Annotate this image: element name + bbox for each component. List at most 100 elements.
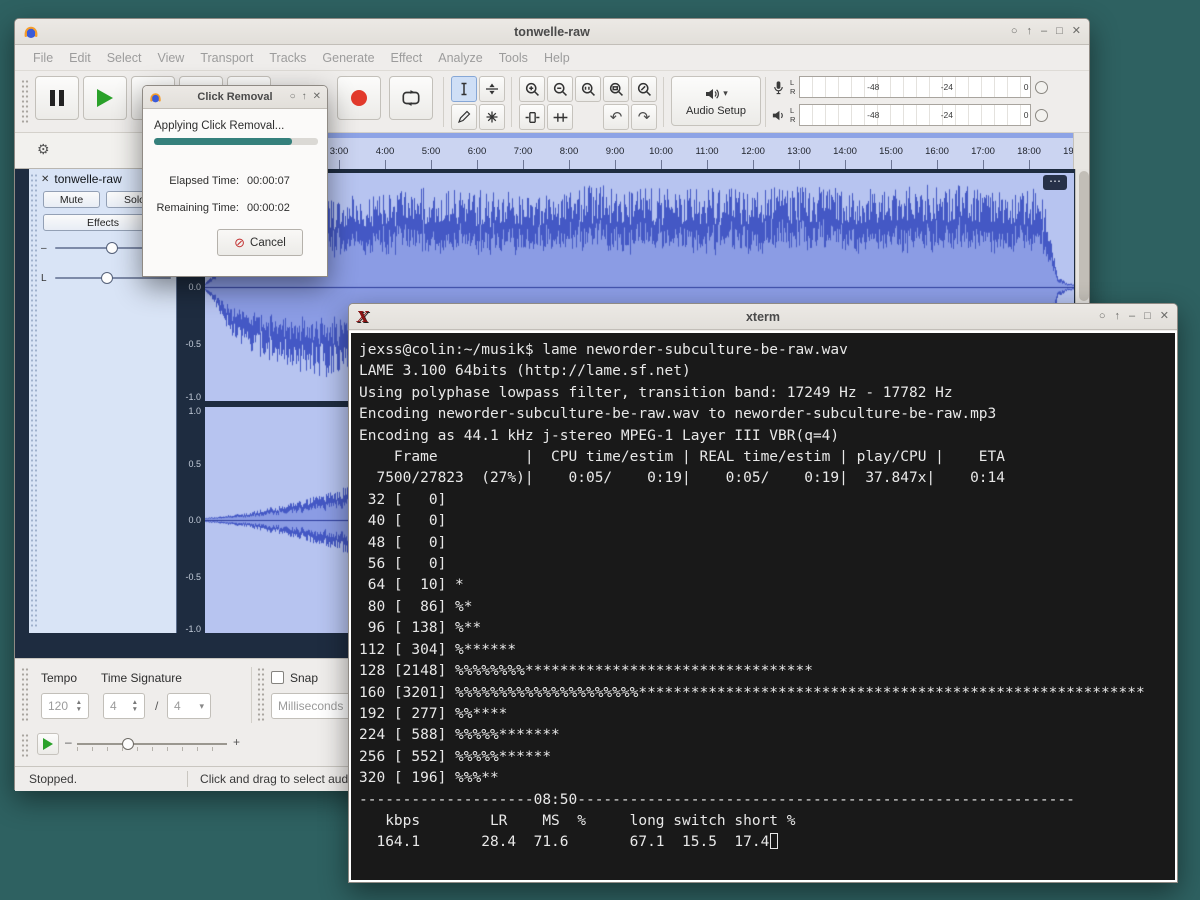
fit-selection-icon	[580, 81, 597, 98]
mute-button[interactable]: Mute	[43, 191, 100, 208]
timeline-ruler[interactable]: 0:001:002:003:004:005:006:007:008:009:00…	[201, 133, 1075, 169]
play-speed-knob[interactable]	[122, 738, 134, 750]
playback-volume-knob[interactable]	[1035, 109, 1048, 122]
xterm-window: X xterm ○ ↑ – □ ✕ jexss@colin:~/musik$ l…	[348, 303, 1178, 883]
menu-item[interactable]: Generate	[314, 51, 382, 65]
play-button[interactable]	[83, 76, 127, 120]
timeline-label: 6:00	[462, 146, 492, 157]
keep-above-button[interactable]: ○	[290, 92, 296, 102]
pause-button[interactable]	[35, 76, 79, 120]
loop-icon	[400, 87, 422, 109]
undo-button[interactable]: ↶	[603, 104, 629, 130]
time-signature-upper-input[interactable]: 4▲▼	[103, 693, 145, 719]
audio-setup-button[interactable]: ▾ Audio Setup	[671, 76, 761, 126]
close-button[interactable]: ✕	[1160, 311, 1169, 322]
timeline-label: 8:00	[554, 146, 584, 157]
track-name[interactable]: tonwelle-raw	[54, 172, 121, 186]
ruler-label: 0.5	[188, 459, 201, 469]
pan-left-label: L	[41, 273, 49, 284]
record-button[interactable]	[337, 76, 381, 120]
terminal-line: Using polyphase lowpass filter, transiti…	[359, 383, 1167, 404]
track-close-icon[interactable]: ✕	[41, 174, 49, 185]
tempo-input[interactable]: 120▲▼	[41, 693, 89, 719]
selection-tool-button[interactable]	[451, 76, 477, 102]
cancel-button[interactable]: ⊘ Cancel	[217, 229, 303, 256]
track-overflow-menu[interactable]: ⋯	[1043, 175, 1067, 190]
meter-l-label: L	[790, 78, 795, 87]
gain-knob[interactable]	[106, 242, 118, 254]
snap-checkbox[interactable]	[271, 671, 284, 684]
dialog-titlebar[interactable]: Click Removal ○ ↑ ✕	[143, 86, 327, 109]
zoom-out-button[interactable]	[547, 76, 573, 102]
elapsed-time-label: Elapsed Time:	[143, 175, 239, 187]
pan-knob[interactable]	[101, 272, 113, 284]
recording-meter[interactable]: LR -48 -24 0	[771, 76, 1071, 98]
shade-button[interactable]: ↑	[1027, 26, 1033, 37]
track-grip[interactable]	[30, 173, 37, 629]
spinner-icon[interactable]: ▲▼	[71, 699, 82, 713]
trim-audio-button[interactable]	[519, 104, 545, 130]
fit-project-button[interactable]	[603, 76, 629, 102]
desktop: tonwelle-raw ○ ↑ – □ ✕ FileEditSelectVie…	[0, 0, 1200, 900]
shade-button[interactable]: ↑	[302, 92, 307, 102]
spinner-icon[interactable]: ▲▼	[127, 699, 138, 713]
terminal-line: 80 [ 86] %*	[359, 597, 1167, 618]
play-speed-grip[interactable]	[21, 733, 29, 757]
play-icon	[97, 89, 113, 107]
redo-button[interactable]: ↷	[631, 104, 657, 130]
ruler-label: -1.0	[185, 624, 201, 634]
playback-meter[interactable]: LR -48 -24 0	[771, 104, 1071, 126]
menu-item[interactable]: View	[149, 51, 192, 65]
maximize-button[interactable]: □	[1056, 26, 1063, 37]
menu-item[interactable]: Edit	[61, 51, 99, 65]
play-at-speed-button[interactable]	[37, 733, 59, 755]
terminal-line: 7500/27823 (27%)| 0:05/ 0:19| 0:05/ 0:19…	[359, 468, 1167, 489]
time-signature-lower-dropdown[interactable]: 4▾	[167, 693, 211, 719]
timeline-options-gear-icon[interactable]: ⚙	[37, 141, 50, 158]
menu-item[interactable]: Tools	[491, 51, 536, 65]
menu-item[interactable]: Select	[99, 51, 150, 65]
close-button[interactable]: ✕	[1072, 26, 1081, 37]
menu-item[interactable]: Analyze	[430, 51, 490, 65]
terminal-line: LAME 3.100 64bits (http://lame.sf.net)	[359, 361, 1167, 382]
multi-tool-button[interactable]	[479, 104, 505, 130]
zoom-toggle-icon	[636, 81, 653, 98]
audacity-logo-icon	[23, 24, 39, 40]
audacity-titlebar[interactable]: tonwelle-raw ○ ↑ – □ ✕	[15, 19, 1089, 45]
menu-item[interactable]: Transport	[192, 51, 261, 65]
shade-button[interactable]: ↑	[1115, 311, 1121, 322]
terminal-line: 96 [ 138] %**	[359, 618, 1167, 639]
xterm-titlebar[interactable]: X xterm ○ ↑ – □ ✕	[349, 304, 1177, 330]
menu-item[interactable]: Help	[536, 51, 578, 65]
menu-item[interactable]: Tracks	[261, 51, 314, 65]
time-toolbar-grip[interactable]	[21, 667, 29, 723]
timeline-label: 15:00	[876, 146, 906, 157]
play-speed-slider[interactable]	[77, 743, 227, 745]
menu-item[interactable]: File	[25, 51, 61, 65]
toolbar-grip[interactable]	[21, 79, 29, 125]
zoom-toggle-button[interactable]	[631, 76, 657, 102]
silence-audio-button[interactable]	[547, 104, 573, 130]
zoom-in-button[interactable]	[519, 76, 545, 102]
loop-button[interactable]	[389, 76, 433, 120]
fit-selection-button[interactable]	[575, 76, 601, 102]
elapsed-time-value: 00:00:07	[239, 175, 290, 187]
timeline-label: 11:00	[692, 146, 722, 157]
envelope-tool-button[interactable]	[479, 76, 505, 102]
minimize-button[interactable]: –	[1129, 311, 1135, 322]
timeline-label: 12:00	[738, 146, 768, 157]
keep-above-button[interactable]: ○	[1011, 26, 1018, 37]
maximize-button[interactable]: □	[1144, 311, 1151, 322]
terminal-prompt-line: 164.1 28.4 71.6 67.1 15.5 17.4	[359, 832, 1167, 853]
keep-above-button[interactable]: ○	[1099, 311, 1106, 322]
draw-tool-button[interactable]	[451, 104, 477, 130]
snap-toolbar-grip[interactable]	[257, 667, 265, 723]
minimize-button[interactable]: –	[1041, 26, 1047, 37]
terminal[interactable]: jexss@colin:~/musik$ lame neworder-subcu…	[349, 331, 1177, 882]
close-button[interactable]: ✕	[313, 92, 321, 102]
record-icon	[351, 90, 367, 106]
recording-volume-knob[interactable]	[1035, 81, 1048, 94]
scrollbar-thumb[interactable]	[1079, 171, 1089, 301]
menu-item[interactable]: Effect	[383, 51, 431, 65]
ruler-label: 0.0	[188, 282, 201, 292]
